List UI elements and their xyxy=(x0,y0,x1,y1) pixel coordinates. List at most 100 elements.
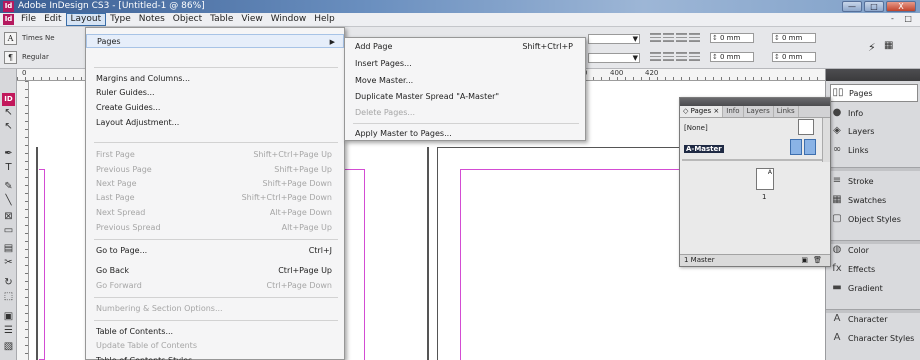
menu-file[interactable]: File xyxy=(17,13,40,26)
dock-item-object-styles[interactable]: ▢ Object Styles xyxy=(830,210,918,228)
tab-info[interactable]: Info xyxy=(723,106,744,117)
menu-help[interactable]: Help xyxy=(310,13,339,26)
dock-item-swatches[interactable]: ▦ Swatches xyxy=(830,191,918,209)
rectangle-frame-tool-icon[interactable]: ⊠ xyxy=(3,211,14,222)
pencil-tool-icon[interactable]: ✎ xyxy=(3,181,14,192)
note-tool-icon[interactable]: ▧ xyxy=(3,341,14,352)
none-master-label[interactable]: [None] xyxy=(684,124,708,132)
control-dropdown-2[interactable]: ▼ xyxy=(588,53,640,63)
menu-layout[interactable]: Layout xyxy=(65,13,107,26)
left-indent-field[interactable]: 0 mm xyxy=(710,33,754,43)
dock-item-color[interactable]: ◍ Color xyxy=(830,241,918,259)
document-window-buttons[interactable]: - □ xyxy=(891,14,916,23)
pages-panel-scrollbar[interactable] xyxy=(822,118,830,162)
menu-notes[interactable]: Notes xyxy=(135,13,169,26)
paragraph-formatting-button[interactable]: ¶ xyxy=(4,51,17,64)
a-master-thumbnail-right[interactable] xyxy=(804,139,816,155)
menu-item-margins-and-columns[interactable]: Margins and Columns... xyxy=(86,72,344,86)
align-center-icon[interactable] xyxy=(663,33,674,42)
scissors-tool-icon[interactable]: ✂ xyxy=(3,257,14,268)
hand-tool-icon[interactable]: ☰ xyxy=(3,325,14,336)
align-right-icon[interactable] xyxy=(676,33,687,42)
dock-header[interactable] xyxy=(826,69,920,81)
rotate-tool-icon[interactable]: ↻ xyxy=(3,277,14,288)
tab-layers[interactable]: Layers xyxy=(744,106,774,117)
menu-item-update-table-of-contents[interactable]: Update Table of Contents xyxy=(86,339,344,353)
rectangle-tool-icon[interactable]: ▭ xyxy=(3,225,14,236)
align-left-icon[interactable] xyxy=(650,33,661,42)
justify-center-icon[interactable] xyxy=(663,52,674,61)
menu-item-pages[interactable]: Pages ▶ xyxy=(86,34,344,48)
submenu-item-duplicate-master-spread-a-master[interactable]: Duplicate Master Spread "A-Master" xyxy=(345,90,585,104)
lightning-icon[interactable]: ⚡ xyxy=(868,41,876,54)
dock-item-layers[interactable]: ◈ Layers xyxy=(830,122,918,140)
menu-item-table-of-contents[interactable]: Table of Contents... xyxy=(86,325,344,339)
menu-item-previous-page[interactable]: Previous Page Shift+Page Up xyxy=(86,163,344,177)
justify-left-icon[interactable] xyxy=(650,52,661,61)
menu-item-layout-adjustment[interactable]: Layout Adjustment... xyxy=(86,116,344,130)
pen-tool-icon[interactable]: ✒ xyxy=(3,148,14,159)
eyedropper-tool-icon[interactable]: ▣ xyxy=(3,311,14,322)
menu-item-create-guides[interactable]: Create Guides... xyxy=(86,101,344,115)
menu-item-table-of-contents-styles[interactable]: Table of Contents Styles... xyxy=(86,354,344,360)
submenu-item-delete-pages[interactable]: Delete Pages... xyxy=(345,106,585,120)
control-dropdown-1[interactable]: ▼ xyxy=(588,34,640,44)
submenu-item-add-page[interactable]: Add Page Shift+Ctrl+P xyxy=(345,40,585,54)
menu-item-previous-spread[interactable]: Previous Spread Alt+Page Up xyxy=(86,221,344,235)
menu-table[interactable]: Table xyxy=(206,13,237,26)
dock-item-stroke[interactable]: ≡ Stroke xyxy=(830,172,918,190)
menu-item-first-page[interactable]: First Page Shift+Ctrl+Page Up xyxy=(86,148,344,162)
justify-right-icon[interactable] xyxy=(676,52,687,61)
dock-item-character[interactable]: A Character xyxy=(830,310,918,328)
page-1-thumbnail[interactable]: A xyxy=(756,168,774,190)
dock-item-links[interactable]: ∞ Links xyxy=(830,141,918,159)
justify-all-icon[interactable] xyxy=(689,52,700,61)
selection-tool-icon[interactable]: ↖ xyxy=(3,107,14,118)
trash-icon[interactable]: 🗑 xyxy=(813,255,822,266)
submenu-item-insert-pages[interactable]: Insert Pages... xyxy=(345,57,585,71)
menu-item-go-back[interactable]: Go Back Ctrl+Page Up xyxy=(86,264,344,278)
pages-panel-title-bar[interactable] xyxy=(680,98,830,106)
right-indent-field[interactable]: 0 mm xyxy=(772,33,816,43)
free-transform-tool-icon[interactable]: ⬚ xyxy=(3,291,14,302)
font-style-field[interactable]: Regular xyxy=(22,53,49,61)
document-icon[interactable]: Id xyxy=(3,14,14,25)
align-justify-icon[interactable] xyxy=(689,33,700,42)
font-name-field[interactable]: Times Ne xyxy=(22,34,55,42)
menu-item-go-forward[interactable]: Go Forward Ctrl+Page Down xyxy=(86,279,344,293)
menu-type[interactable]: Type xyxy=(106,13,135,26)
close-button[interactable]: X xyxy=(886,1,916,12)
tab-links[interactable]: Links xyxy=(774,106,799,117)
dock-item-gradient[interactable]: ▬ Gradient xyxy=(830,279,918,297)
first-line-indent-field[interactable]: 0 mm xyxy=(710,52,754,62)
last-line-indent-field[interactable]: 0 mm xyxy=(772,52,816,62)
panel-menu-icon[interactable]: ▦ xyxy=(884,40,893,51)
line-tool-icon[interactable]: ╲ xyxy=(3,195,14,206)
menu-item-next-page[interactable]: Next Page Shift+Page Down xyxy=(86,177,344,191)
dock-item-info[interactable]: ● Info xyxy=(830,104,918,122)
minimize-button[interactable]: — xyxy=(842,1,862,12)
direct-selection-tool-icon[interactable]: ↖ xyxy=(3,121,14,132)
new-page-icon[interactable]: ▣ xyxy=(801,255,808,266)
maximize-button[interactable]: □ xyxy=(864,1,884,12)
menu-edit[interactable]: Edit xyxy=(40,13,65,26)
a-master-label[interactable]: A-Master xyxy=(684,145,724,153)
menu-item-next-spread[interactable]: Next Spread Alt+Page Down xyxy=(86,206,344,220)
dock-item-pages[interactable]: ▯▯ Pages xyxy=(830,84,918,102)
menu-item-go-to-page[interactable]: Go to Page... Ctrl+J xyxy=(86,244,344,258)
character-formatting-button[interactable]: A xyxy=(4,32,17,45)
pages-panel-divider[interactable] xyxy=(682,159,826,161)
submenu-item-apply-master-to-pages[interactable]: Apply Master to Pages... xyxy=(345,127,585,141)
menu-view[interactable]: View xyxy=(237,13,266,26)
dock-item-effects[interactable]: fx Effects xyxy=(830,260,918,278)
dock-item-character-styles[interactable]: A Character Styles xyxy=(830,329,918,347)
gradient-tool-icon[interactable]: ▤ xyxy=(3,243,14,254)
menu-object[interactable]: Object xyxy=(169,13,206,26)
vertical-ruler[interactable] xyxy=(17,81,29,360)
menu-item-numbering-section-options[interactable]: Numbering & Section Options... xyxy=(86,302,344,316)
a-master-thumbnail-left[interactable] xyxy=(790,139,802,155)
menu-item-last-page[interactable]: Last Page Shift+Ctrl+Page Down xyxy=(86,191,344,205)
menu-window[interactable]: Window xyxy=(267,13,311,26)
type-tool-icon[interactable]: T xyxy=(3,162,14,173)
menu-item-ruler-guides[interactable]: Ruler Guides... xyxy=(86,86,344,100)
